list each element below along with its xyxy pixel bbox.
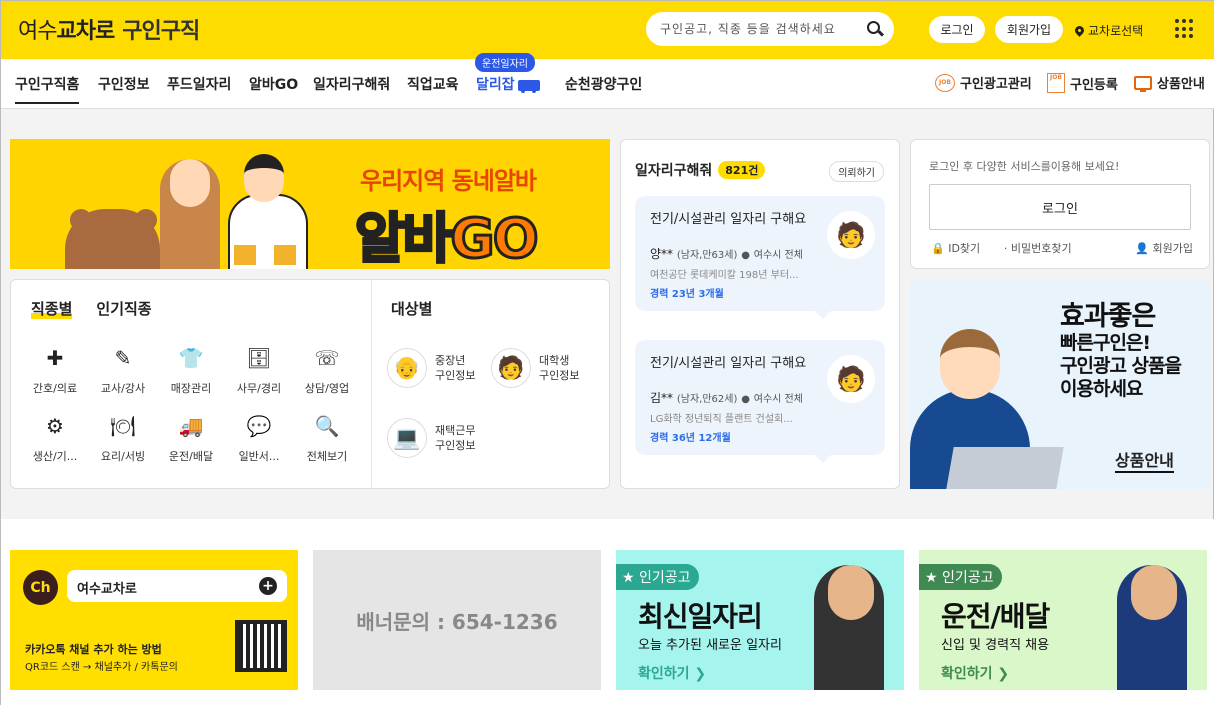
search-input[interactable] <box>660 22 865 36</box>
dish-icon: 🍽 <box>110 414 136 438</box>
category-general-service[interactable]: 💬 일반서... <box>229 410 289 464</box>
office-icon: 🗄 <box>246 346 272 370</box>
target-section-title: 대상별 <box>391 300 433 318</box>
category-teacher[interactable]: ✎ 교사/강사 <box>93 342 153 396</box>
driving-job-badge: 운전일자리 <box>475 53 535 72</box>
tab-popular-job[interactable]: 인기직종 <box>96 298 151 319</box>
search-icon: 🔍 <box>314 414 340 438</box>
product-ad-banner[interactable]: 효과좋은 빠른구인은! 구인광고 상품을 이용하세요 상품안내 <box>910 279 1210 489</box>
nav-item-find-me-job[interactable]: 일자리구해줘 <box>313 74 390 94</box>
location-select[interactable]: 교차로선택 <box>1073 22 1143 39</box>
request-button[interactable]: 의뢰하기 <box>829 161 884 182</box>
ad-manage-link[interactable]: JOB 구인광고관리 <box>935 73 1032 92</box>
target-university-student[interactable]: 🧑 대학생 구인정보 <box>491 348 579 388</box>
category-view-all[interactable]: 🔍 전체보기 <box>297 410 357 464</box>
truck-icon <box>517 79 540 93</box>
top-header: 여수교차로구인구직 로그인 회원가입 교차로선택 <box>1 1 1214 59</box>
elder-icon: 👴 <box>387 348 427 388</box>
chat-icon: 💬 <box>246 414 272 438</box>
login-message: 로그인 후 다양한 서비스를이용해 보세요! <box>929 160 1120 173</box>
location-pin-icon: ● <box>741 250 750 261</box>
target-middle-aged[interactable]: 👴 중장년 구인정보 <box>387 348 475 388</box>
ad-headline: 효과좋은 빠른구인은! 구인광고 상품을 이용하세요 <box>1060 301 1182 400</box>
gear-icon: ⚙ <box>46 414 64 438</box>
location-pin-icon: ● <box>741 394 750 405</box>
tab-by-job[interactable]: 직종별 <box>31 298 72 319</box>
truck-icon: 🚚 <box>178 414 204 438</box>
seeker-count-badge: 821건 <box>718 161 766 179</box>
kakao-channel-banner[interactable]: Ch 여수교차로 + 카카오톡 채널 추가 하는 방법 QR코드 스캔 → 채널추… <box>10 550 298 690</box>
seeker-avatar: 🧑 <box>827 355 875 403</box>
target-remote-work[interactable]: 💻 재택근무 구인정보 <box>387 418 475 458</box>
nav-item-dalijob[interactable]: 달리잡 <box>476 74 540 94</box>
seeker-card[interactable]: 전기/시설관리 일자리 구해요 김** (남자,만62세) ● 여수시 전체 L… <box>635 340 885 463</box>
seeker-avatar: 🧑 <box>827 211 875 259</box>
login-box-button[interactable]: 로그인 <box>929 184 1191 230</box>
albago-banner[interactable]: 우리지역 동네알바 알바GO <box>10 139 610 269</box>
job-circle-icon: JOB <box>935 73 955 92</box>
student-icon: 🧑 <box>491 348 531 388</box>
category-box: 직종별 인기직종 ✚ 간호/의료 ✎ 교사/강사 👕 매장관리 🗄 사무/경리 ☏ 상담/… <box>10 279 610 489</box>
seeker-card[interactable]: 전기/시설관리 일자리 구해요 양** (남자,만63세) ● 여수시 전체 여… <box>635 196 885 319</box>
nav-item-suncheon[interactable]: 순천광양구인 <box>565 74 642 94</box>
category-nursing[interactable]: ✚ 간호/의료 <box>25 342 85 396</box>
job-register-link[interactable]: JOB 구인등록 <box>1047 73 1118 93</box>
banner-albago-title: 알바GO <box>353 206 540 270</box>
main-nav: 구인구직홈 구인정보 푸드일자리 알바GO 일자리구해줘 직업교육 운전일자리 … <box>1 53 1214 109</box>
login-button[interactable]: 로그인 <box>929 16 985 43</box>
bear-illustration <box>65 209 160 269</box>
search-icon[interactable] <box>867 21 880 34</box>
kakao-channel-icon: Ch <box>23 570 58 605</box>
job-seeker-panel: 일자리구해줘 821건 의뢰하기 전기/시설관리 일자리 구해요 양** (남자,… <box>620 139 900 489</box>
user-icon: 👤 <box>1135 242 1150 255</box>
category-store[interactable]: 👕 매장관리 <box>161 342 221 396</box>
medical-kit-icon: ✚ <box>46 346 64 370</box>
teacher-icon: ✎ <box>114 346 132 370</box>
login-box: 로그인 후 다양한 서비스를이용해 보세요! 로그인 🔒 ID찾기 · 비밀번호… <box>910 139 1210 269</box>
all-menu-grid-icon[interactable] <box>1175 19 1195 39</box>
job-document-icon: JOB <box>1047 73 1065 93</box>
beer-icon <box>232 237 258 267</box>
lock-icon: 🔒 <box>931 242 945 255</box>
location-pin-icon <box>1073 24 1086 37</box>
nav-item-education[interactable]: 직업교육 <box>407 74 459 94</box>
phone-icon: ☏ <box>314 346 340 370</box>
category-cooking[interactable]: 🍽 요리/서빙 <box>93 410 153 464</box>
remote-work-icon: 💻 <box>387 418 427 458</box>
qr-code <box>235 620 287 672</box>
find-id-link[interactable]: 🔒 ID찾기 <box>931 240 980 256</box>
search-bar <box>646 12 894 46</box>
category-office[interactable]: 🗄 사무/경리 <box>229 342 289 396</box>
nav-item-albago[interactable]: 알바GO <box>249 74 298 94</box>
signup-button[interactable]: 회원가입 <box>995 16 1063 43</box>
nav-item-home[interactable]: 구인구직홈 <box>15 74 80 104</box>
category-production[interactable]: ⚙ 생산/기... <box>25 410 85 464</box>
nav-item-job-info[interactable]: 구인정보 <box>98 74 150 94</box>
seeker-title: 일자리구해줘 821건 <box>635 160 766 180</box>
product-info-link[interactable]: 상품안내 <box>1115 447 1174 473</box>
product-info-link[interactable]: 상품안내 <box>1134 73 1205 92</box>
popular-latest-jobs-banner[interactable]: ★ 인기공고 최신일자리 오늘 추가된 새로운 일자리 확인하기 ❯ <box>616 550 904 690</box>
shirt-icon: 👕 <box>178 346 204 370</box>
monitor-icon <box>1134 75 1152 92</box>
banner-inquiry[interactable]: 배너문의 : 654-1236 <box>313 550 601 690</box>
laptop-illustration <box>946 447 1064 489</box>
popular-delivery-banner[interactable]: ★ 인기공고 운전/배달 신입 및 경력직 채용 확인하기 ❯ <box>919 550 1207 690</box>
add-icon: + <box>259 577 277 595</box>
category-sales[interactable]: ☏ 상담/영업 <box>297 342 357 396</box>
signup-link[interactable]: 👤 회원가입 <box>1135 240 1193 256</box>
beer-icon <box>272 237 298 267</box>
category-delivery[interactable]: 🚚 운전/배달 <box>161 410 221 464</box>
nav-item-food-jobs[interactable]: 푸드일자리 <box>167 74 231 94</box>
find-password-link[interactable]: · 비밀번호찾기 <box>1004 240 1072 256</box>
site-logo[interactable]: 여수교차로 구인구직 <box>18 13 200 45</box>
banner-headline: 우리지역 동네알바 <box>360 167 537 195</box>
